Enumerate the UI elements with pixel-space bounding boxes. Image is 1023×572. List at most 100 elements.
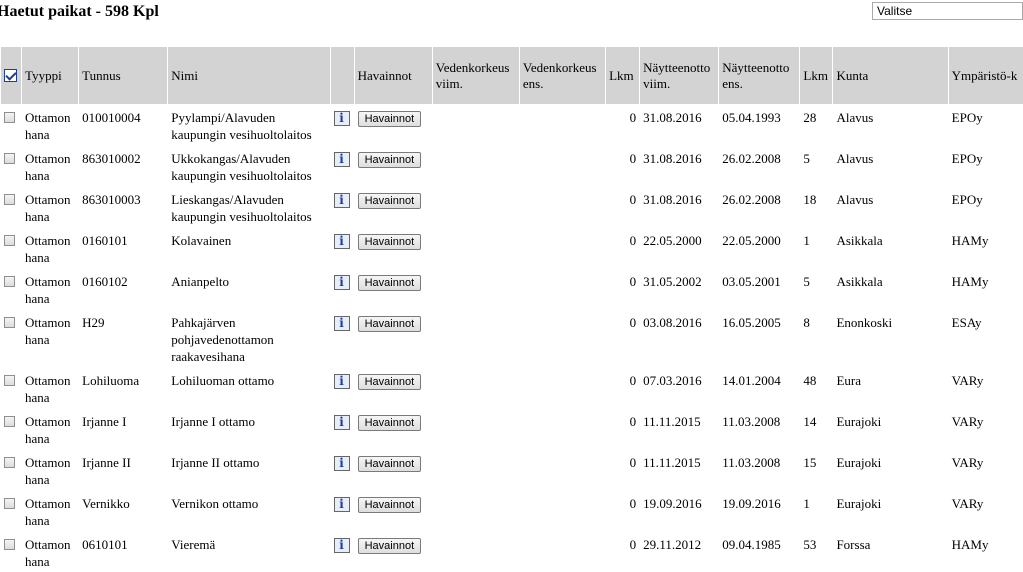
cell-info: i: [331, 449, 354, 490]
cell-code: Vernikko: [82, 496, 130, 511]
cell-env-center: HAMy: [951, 274, 989, 289]
cell-info: i: [331, 145, 354, 186]
header-sample-last[interactable]: Näytteenotto viim.: [640, 47, 719, 104]
row-checkbox[interactable]: [4, 276, 15, 287]
cell-water-level-first: [520, 145, 605, 186]
cell-info: i: [331, 309, 354, 367]
observations-button[interactable]: Havainnot: [357, 152, 422, 168]
cell-observations: Havainnot: [355, 186, 432, 227]
cell-municipality: Asikkala: [836, 274, 883, 289]
header-water-level-last[interactable]: Vedenkorkeus viim.: [432, 47, 519, 104]
observations-button[interactable]: Havainnot: [357, 538, 422, 554]
header-code[interactable]: Tunnus: [79, 47, 168, 104]
info-icon[interactable]: i: [333, 415, 350, 430]
row-checkbox[interactable]: [4, 539, 15, 550]
info-icon[interactable]: i: [333, 316, 350, 331]
cell-code: Lohiluoma: [82, 373, 140, 388]
header-municipality[interactable]: Kunta: [833, 47, 948, 104]
row-select-cell[interactable]: [1, 531, 21, 572]
info-icon[interactable]: i: [333, 111, 350, 126]
header-count[interactable]: Lkm: [606, 47, 640, 104]
header-env-center[interactable]: Ympäristö-k: [948, 47, 1023, 104]
row-select-cell[interactable]: [1, 449, 21, 490]
cell-sample-first: 11.03.2008: [722, 414, 781, 429]
header-sample-count[interactable]: Lkm: [800, 47, 833, 104]
cell-observations: Havainnot: [355, 531, 432, 572]
row-select-cell[interactable]: [1, 408, 21, 449]
cell-env-center: ESAy: [951, 315, 982, 330]
row-checkbox[interactable]: [4, 194, 15, 205]
row-checkbox[interactable]: [4, 112, 15, 123]
cell-type: Ottamon hana: [25, 496, 71, 528]
row-select-cell[interactable]: [1, 268, 21, 309]
select-all-checkbox[interactable]: [4, 68, 17, 82]
row-checkbox[interactable]: [4, 317, 15, 328]
cell-code: 863010002: [82, 151, 141, 166]
cell-sample-count: 14: [803, 414, 817, 429]
cell-info: i: [331, 268, 354, 309]
table-row: Ottamon hana Irjanne II Irjanne II ottamo i…: [1, 449, 1023, 490]
row-checkbox[interactable]: [4, 235, 15, 246]
observations-button[interactable]: Havainnot: [357, 193, 422, 209]
row-select-cell[interactable]: [1, 367, 21, 408]
cell-sample-last: 11.11.2015: [643, 455, 701, 470]
cell-municipality: Asikkala: [836, 233, 883, 248]
cell-sample-count: 8: [803, 315, 810, 330]
header-type[interactable]: Tyyppi: [22, 47, 79, 104]
info-icon[interactable]: i: [333, 275, 350, 290]
row-checkbox[interactable]: [4, 416, 15, 427]
observations-button[interactable]: Havainnot: [357, 415, 422, 431]
info-icon[interactable]: i: [333, 234, 350, 249]
cell-sample-first: 11.03.2008: [722, 455, 781, 470]
info-icon[interactable]: i: [333, 193, 350, 208]
observations-button[interactable]: Havainnot: [357, 374, 422, 390]
header-observations[interactable]: Havainnot: [354, 47, 432, 104]
row-checkbox[interactable]: [4, 498, 15, 509]
header-water-level-first[interactable]: Vedenkorkeus ens.: [519, 47, 606, 104]
cell-env-center: VARy: [951, 414, 984, 429]
row-checkbox[interactable]: [4, 457, 15, 468]
cell-water-level-last: [433, 268, 519, 309]
cell-municipality: Eurajoki: [836, 414, 882, 429]
row-select-cell[interactable]: [1, 490, 21, 531]
observations-button[interactable]: Havainnot: [357, 497, 422, 513]
observations-button[interactable]: Havainnot: [357, 316, 422, 332]
observations-button[interactable]: Havainnot: [357, 111, 422, 127]
cell-name: Ukkokangas/Alavuden kaupungin vesihuolto…: [171, 151, 312, 183]
header-name[interactable]: Nimi: [168, 47, 330, 104]
cell-water-level-last: [433, 145, 519, 186]
row-select-cell[interactable]: [1, 186, 21, 227]
cell-sample-count: 48: [803, 373, 817, 388]
cell-sample-last: 31.08.2016: [643, 110, 702, 125]
row-select-cell[interactable]: [1, 227, 21, 268]
cell-water-level-last: [433, 531, 519, 572]
observations-button[interactable]: Havainnot: [357, 234, 422, 250]
cell-sample-first: 22.05.2000: [722, 233, 781, 248]
select-dropdown[interactable]: Valitse: [872, 2, 1023, 20]
info-icon[interactable]: i: [333, 456, 350, 471]
row-checkbox[interactable]: [4, 375, 15, 386]
cell-name: Irjanne II ottamo: [171, 455, 260, 470]
info-icon[interactable]: i: [333, 497, 350, 512]
table-row: Ottamon hana 863010002 Ukkokangas/Alavuden…: [1, 145, 1023, 186]
row-select-cell[interactable]: [1, 309, 21, 367]
cell-water-level-first: [520, 490, 605, 531]
info-icon[interactable]: i: [333, 152, 350, 167]
info-icon[interactable]: i: [333, 374, 350, 389]
cell-type: Ottamon hana: [25, 373, 71, 405]
row-checkbox[interactable]: [4, 153, 15, 164]
cell-sample-first: 14.01.2004: [722, 373, 781, 388]
header-sample-first[interactable]: Näytteenotto ens.: [719, 47, 800, 104]
cell-env-center: EPOy: [951, 151, 983, 166]
observations-button[interactable]: Havainnot: [357, 275, 422, 291]
cell-sample-last: 31.08.2016: [643, 192, 702, 207]
cell-env-center: HAMy: [951, 233, 989, 248]
row-select-cell[interactable]: [1, 104, 21, 145]
cell-env-center: VARy: [951, 496, 984, 511]
select-all-cell[interactable]: [1, 47, 22, 104]
cell-sample-last: 07.03.2016: [643, 373, 702, 388]
row-select-cell[interactable]: [1, 145, 21, 186]
observations-button[interactable]: Havainnot: [357, 456, 422, 472]
cell-observations: Havainnot: [355, 268, 432, 309]
cell-count: 0: [629, 315, 637, 330]
